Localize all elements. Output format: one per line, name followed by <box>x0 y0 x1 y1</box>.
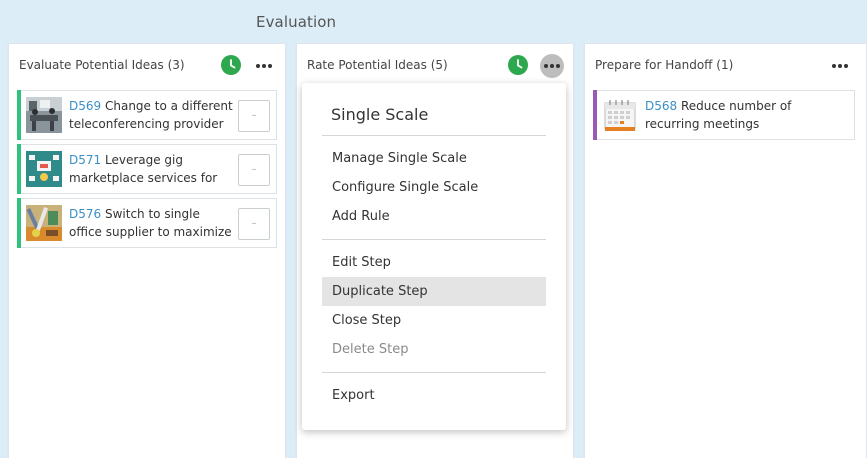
menu-item-add-rule[interactable]: Add Rule <box>322 202 546 231</box>
menu-item-configure-single-scale[interactable]: Configure Single Scale <box>322 173 546 202</box>
menu-item-export[interactable]: Export <box>322 381 546 410</box>
idea-card[interactable]: D576 Switch to single office supplier to… <box>17 198 277 248</box>
card-id-link[interactable]: D568 <box>645 99 677 113</box>
column-header: Rate Potential Ideas (5) <box>307 54 564 78</box>
rating-box[interactable]: – <box>238 154 270 186</box>
office-meeting-photo <box>26 97 62 133</box>
card-text: D576 Switch to single office supplier to… <box>69 205 234 243</box>
column-options-menu: Single Scale Manage Single Scale Configu… <box>302 83 566 430</box>
card-id-link[interactable]: D569 <box>69 99 101 113</box>
column-title: Evaluate Potential Ideas (3) <box>19 58 185 72</box>
clock-icon[interactable] <box>508 55 528 75</box>
menu-item-edit-step[interactable]: Edit Step <box>322 248 546 277</box>
column-title-text: Prepare for Handoff <box>595 58 713 72</box>
card-accent <box>17 144 21 194</box>
idea-card[interactable]: D569 Change to a different teleconferenc… <box>17 90 277 140</box>
rating-box[interactable]: – <box>238 208 270 240</box>
column-count: (3) <box>167 58 185 72</box>
card-text: D569 Change to a different teleconferenc… <box>69 97 234 135</box>
menu-item-duplicate-step[interactable]: Duplicate Step <box>322 277 546 306</box>
rating-box[interactable]: – <box>238 100 270 132</box>
column-title: Prepare for Handoff (1) <box>595 58 733 72</box>
more-options-button[interactable] <box>540 54 564 78</box>
gig-marketplace-illustration <box>26 151 62 187</box>
card-accent <box>593 90 597 140</box>
menu-divider <box>322 372 546 373</box>
card-id-link[interactable]: D576 <box>69 207 101 221</box>
column-header: Prepare for Handoff (1) <box>595 54 856 76</box>
stage-title: Evaluation <box>256 13 337 31</box>
column-count: (1) <box>716 58 734 72</box>
column-count: (5) <box>430 58 448 72</box>
column-title-text: Rate Potential Ideas <box>307 58 427 72</box>
column-evaluate-potential-ideas: Evaluate Potential Ideas (3) D569 Change… <box>8 43 286 458</box>
menu-divider <box>322 135 546 136</box>
card-accent <box>17 198 21 248</box>
more-options-button[interactable] <box>253 55 275 77</box>
column-title: Rate Potential Ideas (5) <box>307 58 448 72</box>
menu-item-delete-step: Delete Step <box>332 342 409 357</box>
column-title-text: Evaluate Potential Ideas <box>19 58 164 72</box>
menu-title: Single Scale <box>331 105 429 124</box>
office-supplies-photo <box>26 205 62 241</box>
calendar-icon <box>602 97 638 133</box>
card-text: D571 Leverage gig marketplace services f… <box>69 151 234 189</box>
menu-divider <box>322 239 546 240</box>
menu-item-close-step[interactable]: Close Step <box>322 306 546 335</box>
idea-card[interactable]: D571 Leverage gig marketplace services f… <box>17 144 277 194</box>
card-id-link[interactable]: D571 <box>69 153 101 167</box>
more-options-button[interactable] <box>829 55 851 77</box>
clock-icon[interactable] <box>221 55 241 75</box>
menu-item-manage-single-scale[interactable]: Manage Single Scale <box>322 144 546 173</box>
column-prepare-for-handoff: Prepare for Handoff (1) D568 Reduce numb… <box>584 43 867 458</box>
column-header: Evaluate Potential Ideas (3) <box>19 54 275 76</box>
card-accent <box>17 90 21 140</box>
idea-card[interactable]: D568 Reduce number of recurring meetings <box>593 90 855 140</box>
card-text: D568 Reduce number of recurring meetings <box>645 97 845 135</box>
